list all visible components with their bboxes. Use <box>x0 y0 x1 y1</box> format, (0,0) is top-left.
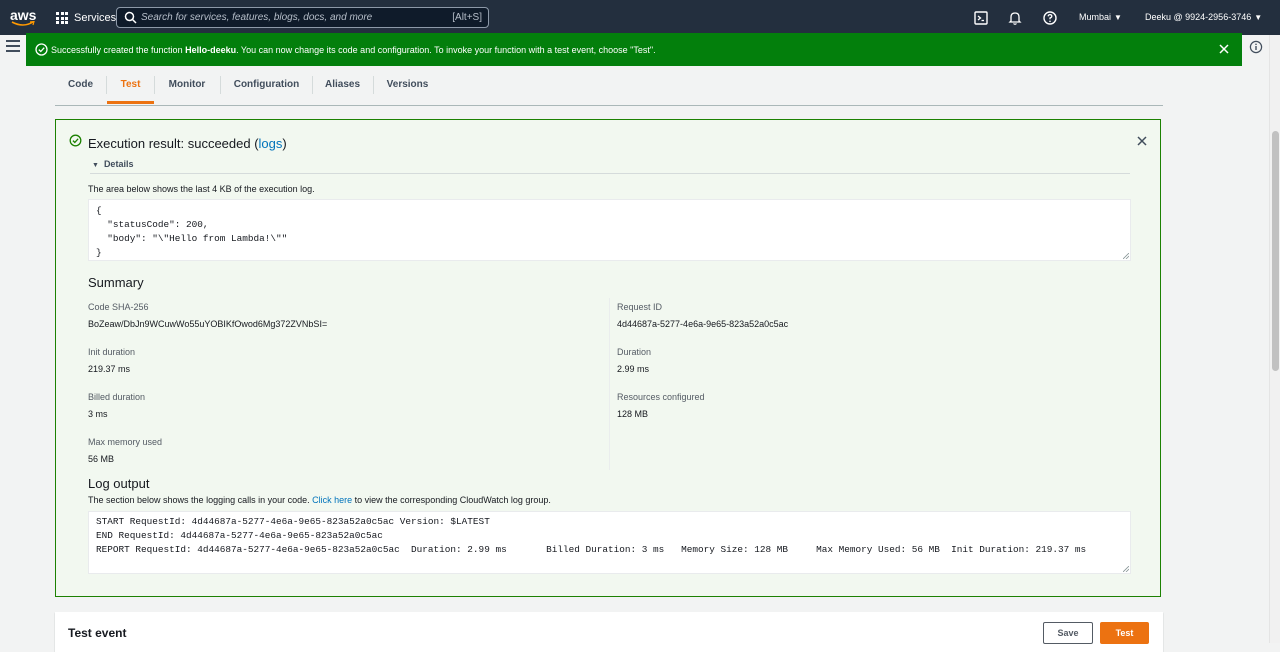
region-label: Mumbai <box>1079 12 1112 22</box>
info-panel-icon[interactable] <box>1249 40 1263 54</box>
search-bar[interactable]: [Alt+S] <box>116 7 489 28</box>
details-expander[interactable]: ▼ Details <box>92 159 133 169</box>
log-output-heading: Log output <box>88 476 150 491</box>
aws-smile-icon <box>11 21 35 26</box>
init-duration-value: 219.37 ms <box>88 364 131 374</box>
page-scrollbar[interactable] <box>1269 35 1280 643</box>
flash-prefix: Successfully created the function <box>51 45 186 55</box>
execution-log-description: The area below shows the last 4 KB of th… <box>88 184 315 194</box>
execution-result-title: Execution result: succeeded (logs) <box>88 136 287 151</box>
account-label: Deeku @ 9924-2956-3746 <box>1145 12 1252 22</box>
log-desc-prefix: The section below shows the logging call… <box>88 495 313 505</box>
logs-link[interactable]: logs <box>259 136 283 151</box>
tab-configuration[interactable]: Configuration <box>221 66 312 104</box>
resources-configured-value: 128 MB <box>617 409 649 419</box>
title-suffix: ) <box>282 136 287 151</box>
init-duration-label: Init duration <box>88 347 136 357</box>
duration-label: Duration <box>617 347 652 357</box>
resize-handle-icon[interactable] <box>1123 566 1129 572</box>
tab-monitor[interactable]: Monitor <box>155 66 219 104</box>
resources-configured-label: Resources configured <box>617 392 705 402</box>
test-button[interactable]: Test <box>1100 622 1149 644</box>
close-icon[interactable] <box>1218 43 1230 55</box>
success-flash-banner: Successfully created the function Hello-… <box>26 33 1242 66</box>
log-desc-suffix: to view the corresponding CloudWatch log… <box>352 495 551 505</box>
caret-down-icon: ▼ <box>1114 13 1122 22</box>
max-memory-label: Max memory used <box>88 437 163 447</box>
test-event-panel: Test event Save Test <box>55 612 1163 652</box>
caret-down-icon: ▼ <box>1254 13 1263 22</box>
title-prefix: Execution result: succeeded ( <box>88 136 259 151</box>
log-output-text: START RequestId: 4d44687a-5277-4e6a-9e65… <box>96 516 1087 555</box>
flash-suffix: . You can now change its code and config… <box>236 45 656 55</box>
details-label: Details <box>103 159 134 169</box>
search-icon <box>124 11 137 24</box>
log-output-textarea[interactable]: START RequestId: 4d44687a-5277-4e6a-9e65… <box>88 511 1131 574</box>
request-id-value: 4d44687a-5277-4e6a-9e65-823a52a0c5ac <box>617 319 789 329</box>
cloudshell-icon[interactable] <box>973 10 989 26</box>
execution-result-panel: Execution result: succeeded (logs) ▼ Deta… <box>55 119 1161 597</box>
duration-value: 2.99 ms <box>617 364 650 374</box>
cloudwatch-link[interactable]: Click here <box>312 495 352 505</box>
services-label: Services <box>74 12 117 24</box>
caret-down-icon: ▼ <box>92 162 99 169</box>
close-icon[interactable] <box>1136 135 1148 147</box>
success-check-icon <box>35 43 48 56</box>
tab-aliases[interactable]: Aliases <box>313 66 372 104</box>
hamburger-menu-icon[interactable] <box>6 40 20 52</box>
notifications-bell-icon[interactable] <box>1007 10 1023 26</box>
top-navigation: aws Services [Alt+S] Mumbai▼ Deeku @ 992… <box>0 0 1280 35</box>
max-memory-value: 56 MB <box>88 454 115 464</box>
grid-icon <box>56 12 68 24</box>
test-event-heading: Test event <box>68 626 127 640</box>
execution-output-text: { "statusCode": 200, "body": "\"Hello fr… <box>96 205 288 258</box>
code-sha-label: Code SHA-256 <box>88 302 149 312</box>
billed-duration-value: 3 ms <box>88 409 108 419</box>
search-input[interactable] <box>141 9 441 26</box>
code-sha-value: BoZeaw/DbJn9WCuwWo55uYOBIKfOwod6Mg372ZVN… <box>88 319 328 329</box>
tab-code[interactable]: Code <box>55 66 106 104</box>
save-button[interactable]: Save <box>1043 622 1093 644</box>
tab-test[interactable]: Test <box>107 66 154 104</box>
execution-output-textarea[interactable]: { "statusCode": 200, "body": "\"Hello fr… <box>88 199 1131 261</box>
success-check-icon <box>69 134 82 147</box>
services-menu[interactable]: Services <box>56 11 116 25</box>
flash-function-name: Hello-deeku <box>185 45 237 55</box>
request-id-label: Request ID <box>617 302 663 312</box>
search-shortcut: [Alt+S] <box>452 12 482 23</box>
billed-duration-label: Billed duration <box>88 392 146 402</box>
tab-versions[interactable]: Versions <box>374 66 441 104</box>
scrollbar-thumb[interactable] <box>1272 131 1279 371</box>
account-menu[interactable]: Deeku @ 9924-2956-3746 ▼ <box>1145 12 1262 22</box>
resize-handle-icon[interactable] <box>1123 253 1129 259</box>
summary-heading: Summary <box>88 275 144 290</box>
help-icon[interactable] <box>1042 10 1058 26</box>
region-selector[interactable]: Mumbai ▼ <box>1079 12 1122 22</box>
aws-logo[interactable]: aws <box>10 7 36 29</box>
divider <box>90 173 1130 174</box>
summary-column-divider <box>609 298 610 470</box>
flash-message: Successfully created the function Hello-… <box>51 45 656 55</box>
function-tabs: Code Test Monitor Configuration Aliases … <box>55 66 1163 106</box>
log-output-description: The section below shows the logging call… <box>88 495 551 505</box>
